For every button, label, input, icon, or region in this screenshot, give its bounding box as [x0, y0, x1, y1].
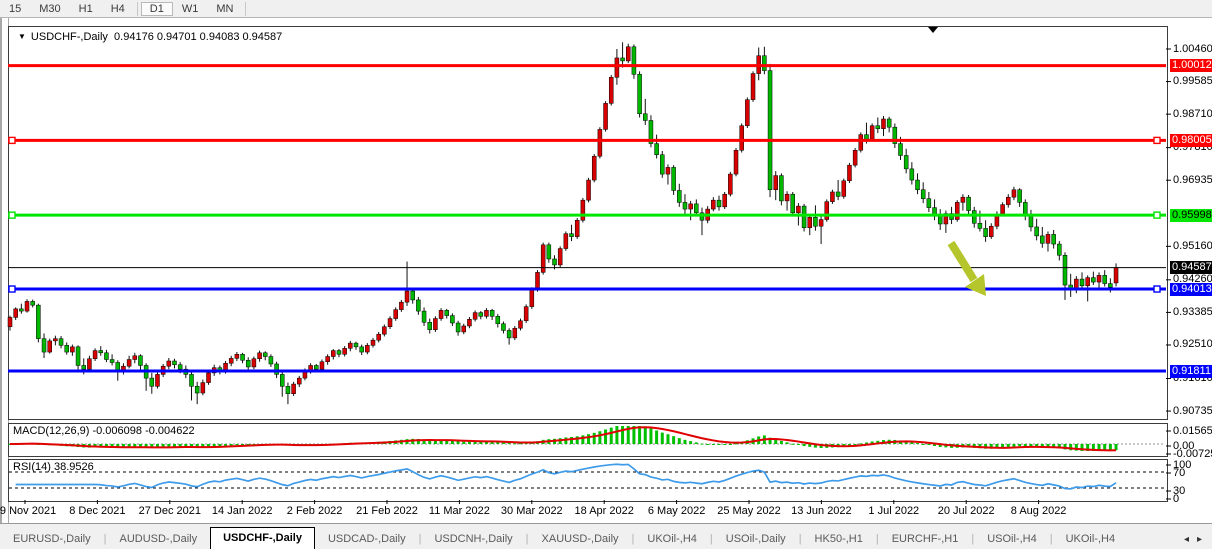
date-tick-21-Feb-2022: 21 Feb 2022: [356, 505, 418, 517]
price-tick-0.98710: 0.98710: [1173, 108, 1212, 121]
toolbar-separator: [245, 2, 246, 16]
price-chip-0.94013: 0.94013: [1170, 283, 1212, 296]
price-tick-0.96935: 0.96935: [1173, 174, 1212, 187]
price-chip-0.94587: 0.94587: [1170, 261, 1212, 274]
tab-scroll-right-icon[interactable]: ▸: [1197, 534, 1202, 545]
trading-app-window: 15M30H1H4 D1W1MN ▼ USDCHF-,Daily 0.94176 0…: [0, 0, 1212, 549]
chart-tab-bar: EURUSD-,Daily|AUDUSD-,DailyUSDCHF-,Daily…: [0, 523, 1212, 549]
price-tick-0.92510: 0.92510: [1173, 338, 1212, 351]
tab-hk50-h1[interactable]: HK50-,H1: [802, 529, 876, 549]
tab-ukoil-h4[interactable]: UKOil-,H4: [1053, 529, 1129, 549]
rsi-panel[interactable]: [8, 459, 1168, 502]
chart-symbol: USDCHF-,Daily: [31, 31, 108, 43]
date-tick-1-Jul-2022: 1 Jul 2022: [868, 505, 919, 517]
price-tick-1.00460: 1.00460: [1173, 43, 1212, 56]
date-tick-30-Mar-2022: 30 Mar 2022: [501, 505, 563, 517]
timeframe-15[interactable]: 15: [0, 2, 30, 16]
date-tick-8-Dec-2021: 8 Dec 2021: [69, 505, 125, 517]
tab-scroll-buttons: ◂▸: [1184, 530, 1212, 549]
tab-xauusd-daily[interactable]: XAUUSD-,Daily: [529, 529, 632, 549]
macd-axis-0.015654: 0.015654: [1173, 425, 1212, 438]
tab-ukoil-h4[interactable]: UKOil-,H4: [634, 529, 710, 549]
date-tick-25-May-2022: 25 May 2022: [717, 505, 781, 517]
main-chart-panel[interactable]: [8, 26, 1168, 420]
rsi-axis-70: 70: [1173, 467, 1185, 480]
tab-usdcnh-daily[interactable]: USDCNH-,Daily: [421, 529, 525, 549]
tab-usdcad-daily[interactable]: USDCAD-,Daily: [315, 529, 419, 549]
chart-dropdown-icon[interactable]: ▼: [18, 32, 26, 41]
date-tick-27-Dec-2021: 27 Dec 2021: [139, 505, 201, 517]
toolbar-separator: [137, 2, 138, 16]
chart-title: ▼ USDCHF-,Daily 0.94176 0.94701 0.94083 0…: [18, 31, 282, 43]
tab-eurchf-h1[interactable]: EURCHF-,H1: [879, 529, 972, 549]
price-chip-1.00012: 1.00012: [1170, 59, 1212, 72]
date-tick-19-Nov-2021: 19 Nov 2021: [0, 505, 56, 517]
date-tick-11-Mar-2022: 11 Mar 2022: [429, 505, 490, 517]
price-chip-0.95998: 0.95998: [1170, 209, 1212, 222]
price-tick-0.95160: 0.95160: [1173, 240, 1212, 253]
date-tick-14-Jan-2022: 14 Jan 2022: [212, 505, 273, 517]
rsi-axis-0: 0: [1173, 493, 1179, 506]
tab-usdchf-daily[interactable]: USDCHF-,Daily: [210, 527, 315, 549]
date-tick-6-May-2022: 6 May 2022: [648, 505, 705, 517]
date-tick-18-Apr-2022: 18 Apr 2022: [575, 505, 634, 517]
date-tick-8-Aug-2022: 8 Aug 2022: [1011, 505, 1067, 517]
price-tick-0.93385: 0.93385: [1173, 306, 1212, 319]
timeframe-m30[interactable]: M30: [30, 2, 69, 16]
timeframe-mn[interactable]: MN: [207, 2, 242, 16]
price-tick-0.99585: 0.99585: [1173, 75, 1212, 88]
rsi-label: RSI(14) 38.9526: [13, 461, 94, 473]
date-tick-2-Feb-2022: 2 Feb 2022: [287, 505, 343, 517]
date-tick-13-Jun-2022: 13 Jun 2022: [791, 505, 852, 517]
macd-label: MACD(12,26,9) -0.006098 -0.004622: [13, 425, 195, 437]
timeframe-d1[interactable]: D1: [141, 2, 173, 16]
tab-scroll-left-icon[interactable]: ◂: [1184, 534, 1189, 545]
timeframe-w1[interactable]: W1: [173, 2, 208, 16]
price-chip-0.98005: 0.98005: [1170, 134, 1212, 147]
tab-audusd-daily[interactable]: AUDUSD-,Daily: [106, 529, 210, 549]
price-chip-0.91811: 0.91811: [1170, 365, 1212, 378]
tab-usoil-daily[interactable]: USOil-,Daily: [713, 529, 799, 549]
chart-ohlc-values: 0.94176 0.94701 0.94083 0.94587: [114, 31, 282, 43]
timeframe-toolbar: 15M30H1H4 D1W1MN: [0, 0, 1212, 18]
tab-usoil-h4[interactable]: USOil-,H4: [974, 529, 1050, 549]
tab-eurusd-daily[interactable]: EURUSD-,Daily: [0, 529, 104, 549]
date-tick-20-Jul-2022: 20 Jul 2022: [938, 505, 995, 517]
timeframe-h4[interactable]: H4: [102, 2, 134, 16]
price-tick-0.90735: 0.90735: [1173, 405, 1212, 418]
timeframe-h1[interactable]: H1: [70, 2, 102, 16]
